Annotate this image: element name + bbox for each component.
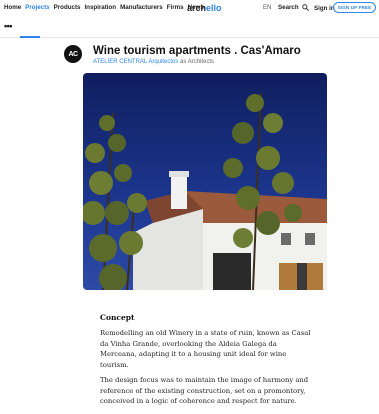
project-description: Concept Remodelling an old Winery in a s… [100,313,314,412]
paragraph: The design focus was to maintain the ima… [100,376,309,406]
project-header: AC Wine tourism apartments . Cas'Amaro A… [64,45,364,69]
search-label: Search [278,4,299,11]
archello-logo[interactable]: archello [187,3,222,13]
active-tab-indicator [20,36,40,38]
nav-manufacturers[interactable]: Manufacturers [120,4,163,11]
nav-inspiration[interactable]: Inspiration [84,4,116,11]
more-options-icon[interactable]: ••• [4,21,12,31]
language-selector[interactable]: EN [263,5,271,11]
firm-link[interactable]: ATELIER CENTRAL Arquitectos [93,59,178,65]
top-navigation: Home Projects Products Inspiration Manuf… [0,0,379,18]
section-heading: Concept [100,313,135,322]
project-hero-image[interactable] [83,73,327,290]
magnifier-icon [301,4,309,11]
building-photo [83,73,327,290]
firm-avatar[interactable]: AC [64,45,82,63]
logo-text-ello: ello [206,3,222,13]
main-nav: Home Projects Products Inspiration Manuf… [4,4,204,11]
project-title: Wine tourism apartments . Cas'Amaro [93,45,301,57]
signup-button[interactable]: SIGN UP FREE [333,2,376,13]
search-button[interactable]: Search [278,4,309,11]
sub-toolbar: ••• [0,18,379,38]
nav-firms[interactable]: Firms [167,4,184,11]
nav-projects[interactable]: Projects [25,4,49,11]
nav-home[interactable]: Home [4,4,21,11]
nav-products[interactable]: Products [54,4,81,11]
logo-text-arch: arch [187,3,207,13]
paragraph: Remodelling an old Winery in a state of … [100,329,311,369]
signin-link[interactable]: Sign in [314,5,335,12]
project-credits: ATELIER CENTRAL Arquitectos as Architect… [93,59,214,65]
firm-role: as Architects [178,59,215,65]
